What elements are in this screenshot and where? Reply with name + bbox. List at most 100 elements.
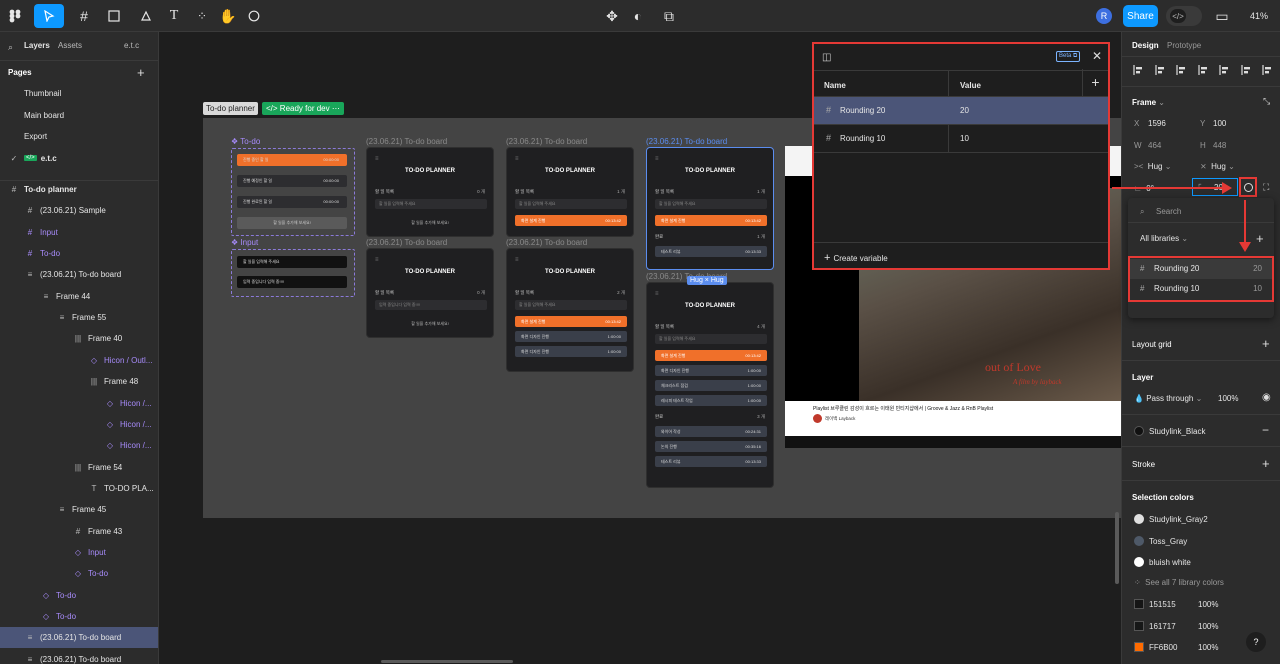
menu-icon[interactable]: ≡ bbox=[375, 156, 379, 162]
input-variant[interactable]: 할 일을 입력해 주세요 bbox=[237, 256, 347, 268]
layer-item[interactable]: ≡ Frame 55 bbox=[0, 307, 158, 328]
fill-style-swatch[interactable] bbox=[1134, 426, 1144, 436]
eye-icon[interactable]: ◉ bbox=[1262, 392, 1271, 403]
task-row[interactable]: 화면 설계 진행 00:13:42 bbox=[655, 350, 767, 361]
dev-mode-toggle[interactable]: </> bbox=[1166, 6, 1202, 26]
tab-design[interactable]: Design bbox=[1132, 41, 1159, 50]
board-title[interactable]: (23.06.21) To-do board bbox=[506, 238, 587, 247]
layer-item[interactable]: # (23.06.21) Sample bbox=[0, 200, 158, 221]
library-variable-row[interactable]: # Rounding 10 10 bbox=[1130, 279, 1272, 299]
todo-board-full[interactable]: ≡ TO-DO PLANNER 할 일 목록 4 개할 일을 입력해 주세요 화면 설계… bbox=[646, 282, 774, 488]
ready-for-dev-badge[interactable]: </> Ready for dev ⋯ bbox=[262, 102, 344, 115]
fill-style-name[interactable]: Studylink_Black bbox=[1149, 427, 1205, 436]
todo-board-empty[interactable]: ≡ TO-DO PLANNER 할 일 목록 0 개할 일을 입력해 주세요 할 일을 … bbox=[366, 147, 494, 237]
task-row[interactable]: 화면 디자인 진행 1:00:00 bbox=[515, 331, 627, 342]
current-page-dropdown[interactable]: e.t.c bbox=[124, 41, 139, 50]
mask-icon[interactable]: ◐ bbox=[628, 4, 648, 28]
color-style-name[interactable]: bluish white bbox=[1149, 558, 1191, 567]
hug-height-dropdown[interactable]: ⨯ Hug ⌄ bbox=[1200, 162, 1235, 171]
section-label[interactable]: To-do planner bbox=[203, 102, 258, 115]
add-stroke-icon[interactable]: + bbox=[1262, 456, 1270, 471]
layer-item[interactable]: ||| Frame 40 bbox=[0, 328, 158, 349]
task-row[interactable]: 화면 디자인 진행 1:00:00 bbox=[655, 365, 767, 376]
layer-item[interactable]: ≡ Frame 44 bbox=[0, 286, 158, 307]
layer-item[interactable]: ≡ (23.06.21) To-do board bbox=[0, 649, 158, 664]
layer-item[interactable]: T TO-DO PLA... bbox=[0, 478, 158, 499]
boolean-icon[interactable]: ⧉ bbox=[656, 4, 682, 28]
align-right-icon[interactable] bbox=[1175, 64, 1187, 76]
layer-item[interactable]: ◇ Hicon /... bbox=[0, 414, 158, 435]
layer-item[interactable]: ◇ To-do bbox=[0, 606, 158, 627]
channel-name[interactable]: 레이백 Layback bbox=[825, 416, 855, 422]
frame-tool-icon[interactable]: # bbox=[72, 4, 96, 28]
task-row[interactable]: 화면 설계 진행 00:13:42 bbox=[515, 316, 627, 327]
close-icon[interactable]: ✕ bbox=[1092, 49, 1102, 63]
w-input[interactable]: 464 bbox=[1148, 141, 1161, 150]
align-center-v-icon[interactable] bbox=[1218, 64, 1230, 76]
comment-tool-icon[interactable] bbox=[244, 4, 264, 28]
zoom-level[interactable]: 41% bbox=[1244, 4, 1274, 28]
library-variable-row[interactable]: # Rounding 20 20 bbox=[1130, 259, 1272, 279]
todo-input[interactable]: 입력 중입니다 입력 중!!!! bbox=[375, 300, 487, 310]
distribute-icon[interactable] bbox=[1261, 64, 1273, 76]
variable-row[interactable]: # Rounding 20 20 bbox=[814, 97, 1108, 125]
layer-item[interactable]: # To-do planner bbox=[0, 179, 158, 200]
layer-item[interactable]: ◇ Input bbox=[0, 542, 158, 563]
todo-board-selected[interactable]: ≡ TO-DO PLANNER 할 일 목록 1 개할 일을 입력해 주세요 화면 설계… bbox=[646, 147, 774, 270]
hex-color-swatch[interactable] bbox=[1134, 599, 1144, 609]
hex-color-value[interactable]: 151515 bbox=[1149, 600, 1176, 609]
tab-layers[interactable]: Layers bbox=[24, 41, 50, 50]
hex-color-opacity[interactable]: 100% bbox=[1198, 643, 1218, 652]
todo-board-two[interactable]: ≡ TO-DO PLANNER 할 일 목록 2 개할 일을 입력해 주세요 화면 설계… bbox=[506, 248, 634, 372]
hex-color-opacity[interactable]: 100% bbox=[1198, 622, 1218, 631]
todo-input[interactable]: 할 일을 입력해 주세요 bbox=[515, 199, 627, 209]
variable-value[interactable]: 20 bbox=[960, 106, 969, 115]
page-item[interactable]: Thumbnail bbox=[0, 83, 158, 104]
sidebar-toggle-icon[interactable]: ◫ bbox=[822, 52, 831, 63]
layer-item[interactable]: # To-do bbox=[0, 243, 158, 264]
color-swatch[interactable] bbox=[1134, 514, 1144, 524]
pen-tool-icon[interactable] bbox=[134, 4, 158, 28]
present-icon[interactable]: ▭ bbox=[1212, 4, 1232, 28]
tab-assets[interactable]: Assets bbox=[58, 41, 82, 50]
add-todo-variant[interactable]: 할 일을 추가해 보세요! bbox=[237, 217, 347, 229]
todo-variant[interactable]: 진행 완료된 할 일 00:00:00 bbox=[237, 196, 347, 208]
menu-icon[interactable]: ≡ bbox=[375, 257, 379, 263]
layer-item[interactable]: ||| Frame 54 bbox=[0, 457, 158, 478]
independent-corners-icon[interactable]: ⛶ bbox=[1263, 182, 1269, 193]
variable-row[interactable]: # Rounding 10 10 bbox=[814, 125, 1108, 153]
hex-color-swatch[interactable] bbox=[1134, 620, 1144, 631]
page-item[interactable]: Main board bbox=[0, 105, 158, 126]
layer-item[interactable]: ◇ Hicon /... bbox=[0, 393, 158, 414]
todo-variant[interactable]: 진행 예정인 할 일 00:00:00 bbox=[237, 175, 347, 187]
todo-input[interactable]: 할 일을 입력해 주세요 bbox=[655, 334, 767, 344]
hex-color-value[interactable]: 161717 bbox=[1149, 622, 1176, 631]
variable-value[interactable]: 10 bbox=[960, 134, 969, 143]
x-input[interactable]: 1596 bbox=[1148, 119, 1166, 128]
layer-item[interactable]: ||| Frame 48 bbox=[0, 371, 158, 392]
variable-name[interactable]: Rounding 20 bbox=[840, 106, 885, 115]
task-row[interactable]: 화면 설계 진행 00:13:42 bbox=[655, 215, 767, 226]
layer-opacity[interactable]: 100% bbox=[1218, 394, 1238, 403]
task-row[interactable]: 체크리스트 점검 1:00:00 bbox=[655, 380, 767, 391]
layer-item[interactable]: # Frame 43 bbox=[0, 521, 158, 542]
board-title[interactable]: (23.06.21) To-do board bbox=[366, 238, 447, 247]
menu-icon[interactable]: ≡ bbox=[515, 257, 519, 263]
align-bottom-icon[interactable] bbox=[1240, 64, 1252, 76]
component-icon[interactable]: ✥ bbox=[602, 4, 622, 28]
done-task-row[interactable]: 테스트 리뷰 00:13:33 bbox=[655, 246, 767, 257]
layer-item[interactable]: ◇ Hicon / Outl... bbox=[0, 350, 158, 371]
align-center-h-icon[interactable] bbox=[1154, 64, 1166, 76]
color-swatch[interactable] bbox=[1134, 535, 1144, 546]
layer-item[interactable]: ≡ (23.06.21) To-do board bbox=[0, 627, 158, 649]
color-style-name[interactable]: Studylink_Gray2 bbox=[1149, 515, 1208, 524]
input-variant[interactable]: 입력 중입니다 입력 중!!!! bbox=[237, 276, 347, 288]
shape-tool-icon[interactable] bbox=[102, 4, 126, 28]
move-tool-icon[interactable] bbox=[34, 4, 64, 28]
task-row[interactable]: 화면 디자인 진행 1:00:00 bbox=[515, 346, 627, 357]
layer-item[interactable]: # Input bbox=[0, 222, 158, 243]
resources-icon[interactable]: ⁘ bbox=[192, 4, 212, 28]
todo-variant[interactable]: 진행 중인 할 일 00:00:00 bbox=[237, 154, 347, 166]
main-menu-icon[interactable] bbox=[4, 4, 26, 28]
horizontal-scrollbar[interactable] bbox=[381, 660, 513, 663]
